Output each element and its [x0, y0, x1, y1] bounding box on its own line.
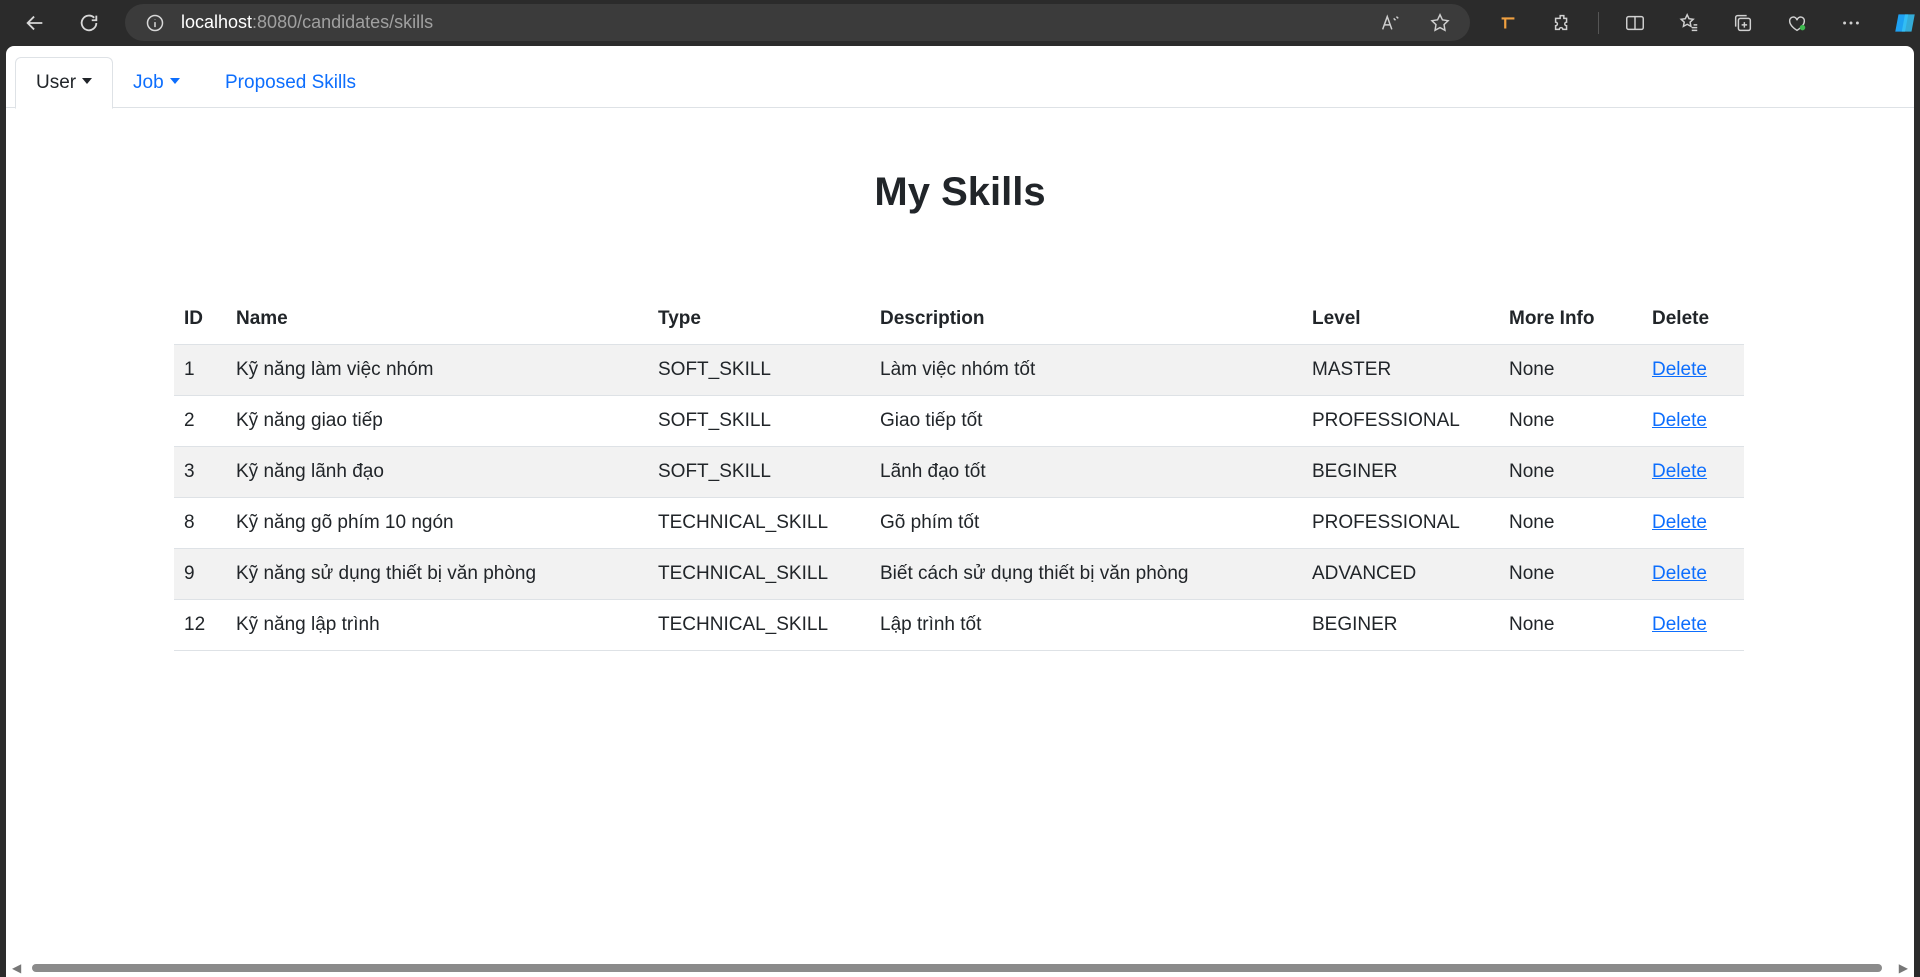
cell-type: TECHNICAL_SKILL [648, 548, 870, 600]
table-row: 2 Kỹ năng giao tiếp SOFT_SKILL Giao tiếp… [174, 395, 1744, 447]
url-path: :8080/candidates/skills [252, 12, 434, 32]
cell-description: Lãnh đạo tốt [870, 446, 1302, 498]
delete-link[interactable]: Delete [1652, 512, 1707, 533]
nav-tabs: User Job Proposed Skills [6, 46, 1914, 109]
favorite-star-icon[interactable] [1428, 11, 1452, 35]
cell-id: 3 [174, 446, 226, 498]
cell-type: TECHNICAL_SKILL [648, 599, 870, 651]
cell-level: BEGINER [1302, 599, 1499, 651]
cell-more-info: None [1499, 446, 1642, 498]
split-screen-icon[interactable] [1617, 6, 1653, 40]
delete-link[interactable]: Delete [1652, 410, 1707, 431]
cell-type: SOFT_SKILL [648, 344, 870, 396]
header-level: Level [1302, 294, 1499, 345]
back-icon[interactable] [17, 5, 53, 41]
page-viewport: User Job Proposed Skills My Skills ID Na… [6, 46, 1914, 977]
cell-delete: Delete [1642, 599, 1744, 651]
cell-description: Làm việc nhóm tốt [870, 344, 1302, 396]
cell-more-info: None [1499, 599, 1642, 651]
cell-id: 9 [174, 548, 226, 600]
cell-description: Gõ phím tốt [870, 497, 1302, 549]
delete-link[interactable]: Delete [1652, 461, 1707, 482]
cell-type: TECHNICAL_SKILL [648, 497, 870, 549]
scrollbar-thumb[interactable] [32, 964, 1882, 972]
tab-job[interactable]: Job [113, 57, 200, 109]
table-row: 9 Kỹ năng sử dụng thiết bị văn phòng TEC… [174, 548, 1744, 600]
table-row: 12 Kỹ năng lập trình TECHNICAL_SKILL Lập… [174, 599, 1744, 651]
cell-level: MASTER [1302, 344, 1499, 396]
cell-more-info: None [1499, 344, 1642, 396]
header-name: Name [226, 294, 648, 345]
horizontal-scrollbar[interactable]: ◀ ▶ [6, 958, 1914, 977]
table-header-row: ID Name Type Description Level More Info… [174, 294, 1744, 345]
chevron-down-icon [82, 78, 93, 84]
delete-link[interactable]: Delete [1652, 614, 1707, 635]
table-row: 1 Kỹ năng làm việc nhóm SOFT_SKILL Làm v… [174, 344, 1744, 396]
scroll-right-icon[interactable]: ▶ [1899, 961, 1908, 975]
skills-table: ID Name Type Description Level More Info… [174, 294, 1744, 651]
cell-name: Kỹ năng làm việc nhóm [226, 344, 648, 396]
cell-delete: Delete [1642, 395, 1744, 447]
cell-description: Lập trình tốt [870, 599, 1302, 651]
delete-link[interactable]: Delete [1652, 563, 1707, 584]
cell-name: Kỹ năng gõ phím 10 ngón [226, 497, 648, 549]
cell-id: 2 [174, 395, 226, 447]
extension-orange-icon[interactable] [1490, 6, 1526, 40]
header-id: ID [174, 294, 226, 345]
tab-proposed-skills-label: Proposed Skills [225, 72, 356, 93]
cell-name: Kỹ năng lập trình [226, 599, 648, 651]
cell-name: Kỹ năng sử dụng thiết bị văn phòng [226, 548, 648, 600]
cell-delete: Delete [1642, 446, 1744, 498]
browser-toolbar: localhost:8080/candidates/skills [0, 0, 1920, 46]
cell-more-info: None [1499, 497, 1642, 549]
header-type: Type [648, 294, 870, 345]
extensions-puzzle-icon[interactable] [1544, 6, 1580, 40]
cell-description: Biết cách sử dụng thiết bị văn phòng [870, 548, 1302, 600]
tab-user[interactable]: User [15, 57, 114, 109]
copilot-icon[interactable] [1887, 6, 1920, 40]
cell-type: SOFT_SKILL [648, 395, 870, 447]
cell-level: PROFESSIONAL [1302, 497, 1499, 549]
cell-level: PROFESSIONAL [1302, 395, 1499, 447]
table-row: 3 Kỹ năng lãnh đạo SOFT_SKILL Lãnh đạo t… [174, 446, 1744, 498]
more-options-icon[interactable] [1833, 6, 1869, 40]
browser-essentials-icon[interactable] [1779, 6, 1815, 40]
address-bar[interactable]: localhost:8080/candidates/skills [125, 4, 1470, 41]
cell-more-info: None [1499, 395, 1642, 447]
header-description: Description [870, 294, 1302, 345]
tab-job-label: Job [133, 72, 164, 93]
header-delete: Delete [1642, 294, 1744, 345]
toolbar-divider [1598, 12, 1599, 34]
table-row: 8 Kỹ năng gõ phím 10 ngón TECHNICAL_SKIL… [174, 497, 1744, 549]
site-info-icon[interactable] [145, 13, 165, 33]
tab-proposed-skills[interactable]: Proposed Skills [205, 57, 376, 109]
chevron-down-icon [169, 78, 180, 84]
cell-level: ADVANCED [1302, 548, 1499, 600]
scroll-left-icon[interactable]: ◀ [12, 961, 21, 975]
cell-level: BEGINER [1302, 446, 1499, 498]
delete-link[interactable]: Delete [1652, 359, 1707, 380]
cell-delete: Delete [1642, 344, 1744, 396]
page-title: My Skills [874, 170, 1046, 214]
favorites-icon[interactable] [1671, 6, 1707, 40]
cell-id: 8 [174, 497, 226, 549]
tab-user-label: User [36, 72, 77, 93]
cell-name: Kỹ năng lãnh đạo [226, 446, 648, 498]
cell-type: SOFT_SKILL [648, 446, 870, 498]
refresh-icon[interactable] [71, 5, 107, 41]
cell-id: 1 [174, 344, 226, 396]
cell-name: Kỹ năng giao tiếp [226, 395, 648, 447]
collections-icon[interactable] [1725, 6, 1761, 40]
cell-more-info: None [1499, 548, 1642, 600]
cell-description: Giao tiếp tốt [870, 395, 1302, 447]
url-host: localhost [181, 12, 253, 32]
read-aloud-icon[interactable] [1378, 11, 1402, 35]
cell-delete: Delete [1642, 548, 1744, 600]
cell-id: 12 [174, 599, 226, 651]
cell-delete: Delete [1642, 497, 1744, 549]
header-more-info: More Info [1499, 294, 1642, 345]
